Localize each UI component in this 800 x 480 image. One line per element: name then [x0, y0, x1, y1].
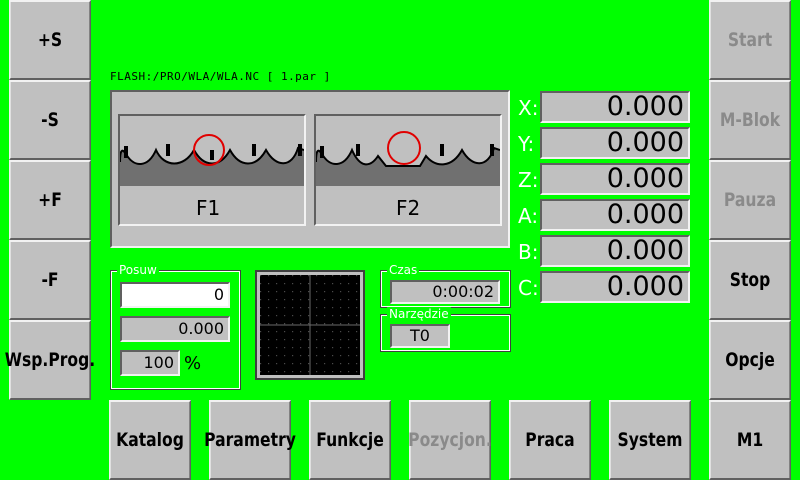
plot-frame — [255, 270, 365, 380]
system-button[interactable]: System — [609, 400, 691, 480]
start-label: Start — [727, 29, 773, 51]
axis-x-label: X: — [518, 96, 539, 120]
pauza-button[interactable]: Pauza — [709, 160, 791, 240]
figure-f1-frame[interactable]: F1 — [118, 114, 306, 226]
czas-value-field: 0:00:02 — [390, 280, 500, 304]
praca-label: Praca — [525, 429, 575, 451]
axis-y-label: Y: — [518, 132, 535, 156]
parametry-label: Parametry — [204, 429, 296, 451]
plus-f-button[interactable]: +F — [9, 160, 91, 240]
axis-a-label: A: — [518, 204, 539, 228]
system-label: System — [617, 429, 683, 451]
narzedzie-title: Narzędzie — [387, 307, 451, 321]
funkcje-button[interactable]: Funkcje — [309, 400, 391, 480]
blade-f1-icon — [120, 134, 304, 186]
posuw-percent-field[interactable]: 100 — [120, 350, 180, 376]
opcje-label: Opcje — [725, 349, 775, 371]
plus-f-label: +F — [38, 189, 62, 211]
posuw-title: Posuw — [117, 263, 159, 277]
figure-f2-label: F2 — [396, 196, 421, 220]
file-path: FLASH:/PRO/WLA/WLA.NC [ 1.par ] — [110, 70, 331, 83]
axis-c-value: 0.000 — [540, 271, 690, 303]
narzedzie-value-field: T0 — [390, 324, 450, 348]
minus-f-button[interactable]: -F — [9, 240, 91, 320]
axis-c-label: C: — [518, 276, 539, 300]
blade-f2-icon — [316, 131, 500, 186]
plus-s-button[interactable]: +S — [9, 0, 91, 80]
figure-f2-frame[interactable]: F2 — [314, 114, 502, 226]
axis-z-label: Z: — [518, 168, 539, 192]
wsp-prog-button[interactable]: Wsp.Prog. — [5, 320, 95, 400]
wsp-prog-label: Wsp.Prog. — [4, 349, 96, 371]
axis-a-value: 0.000 — [540, 199, 690, 231]
posuw-value-field: 0.000 — [120, 316, 230, 342]
parametry-button[interactable]: Parametry — [204, 400, 296, 480]
minus-s-label: -S — [41, 109, 59, 131]
m1-label: M1 — [736, 429, 764, 451]
figure-f1-label: F1 — [196, 196, 221, 220]
m1-button[interactable]: M1 — [709, 400, 791, 480]
axis-b-value: 0.000 — [540, 235, 690, 267]
stop-label: Stop — [729, 269, 771, 291]
katalog-label: Katalog — [116, 429, 184, 451]
pozycjon-button[interactable]: Pozycjon. — [408, 400, 492, 480]
opcje-button[interactable]: Opcje — [709, 320, 791, 400]
posuw-input[interactable]: 0 — [120, 282, 230, 308]
minus-f-label: -F — [41, 269, 59, 291]
axis-b-label: B: — [518, 240, 539, 264]
m-blok-label: M-Blok — [719, 109, 781, 131]
plot-grid-icon — [260, 275, 360, 375]
figure-panel: F1 F2 — [110, 90, 510, 248]
katalog-button[interactable]: Katalog — [109, 400, 191, 480]
funkcje-label: Funkcje — [316, 429, 384, 451]
axis-y-value: 0.000 — [540, 127, 690, 159]
minus-s-button[interactable]: -S — [9, 80, 91, 160]
czas-title: Czas — [387, 263, 420, 277]
pauza-label: Pauza — [723, 189, 777, 211]
plus-s-label: +S — [37, 29, 63, 51]
posuw-percent-unit: % — [184, 353, 202, 374]
axis-z-value: 0.000 — [540, 163, 690, 195]
m-blok-button[interactable]: M-Blok — [709, 80, 791, 160]
axis-x-value: 0.000 — [540, 91, 690, 123]
praca-button[interactable]: Praca — [509, 400, 591, 480]
stop-button[interactable]: Stop — [709, 240, 791, 320]
pozycjon-label: Pozycjon. — [408, 429, 492, 451]
start-button[interactable]: Start — [709, 0, 791, 80]
